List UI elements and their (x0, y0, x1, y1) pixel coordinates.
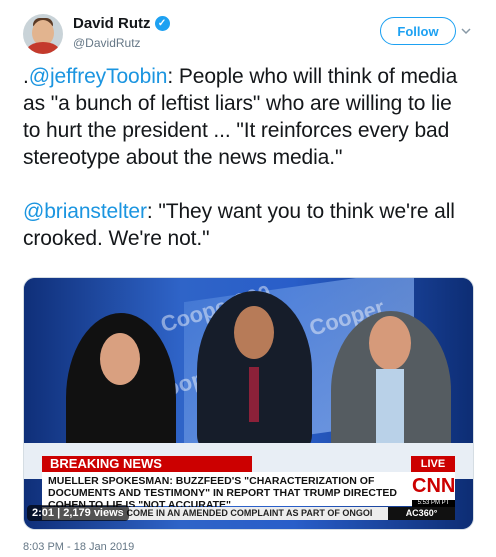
user-handle[interactable]: @DavidRutz (73, 36, 141, 50)
tweet-header: David Rutz ✓ @DavidRutz Follow (23, 13, 473, 57)
verified-icon: ✓ (154, 16, 170, 31)
tweet-text: .@jeffreyToobin: People who will think o… (23, 63, 473, 252)
tweet-timestamp[interactable]: 8:03 PM - 18 Jan 2019 (23, 541, 134, 553)
anchor-middle (197, 291, 312, 451)
breaking-news-label: BREAKING NEWS (42, 456, 252, 472)
tweet-paragraph-1: .@jeffreyToobin: People who will think o… (23, 65, 458, 169)
tweet-paragraph-2: @brianstelter: "They want you to think w… (23, 198, 473, 252)
follow-button[interactable]: Follow (380, 17, 456, 45)
chyron-headline: MUELLER SPOKESMAN: BUZZFEED'S "CHARACTER… (42, 472, 412, 511)
video-duration: 2:01 (32, 507, 55, 519)
ac360-tag: AC360° (388, 507, 455, 520)
avatar[interactable] (23, 14, 63, 54)
cnn-time: 5:53 PM PT (412, 500, 455, 507)
name-row: David Rutz ✓ (73, 15, 170, 32)
live-label: LIVE (411, 456, 455, 472)
anchor-middle-tie (249, 367, 259, 422)
avatar-shirt (26, 42, 60, 54)
mention-jeffrey-toobin[interactable]: @jeffreyToobin (29, 65, 168, 88)
anchor-left-face (100, 333, 140, 385)
anchor-right-face (369, 316, 411, 370)
video-views: 2,179 views (63, 507, 124, 519)
display-name[interactable]: David Rutz (73, 15, 151, 32)
mention-brian-stelter[interactable]: @brianstelter (23, 200, 147, 223)
cnn-logo: CNN (412, 472, 455, 500)
anchor-middle-face (234, 306, 274, 359)
video-duration-views[interactable]: 2:01 | 2,179 views (27, 505, 129, 521)
anchor-right-shirt (376, 369, 404, 449)
video-media[interactable]: Cooper360 Anderson Cooper Cooper BREAKIN… (23, 277, 474, 530)
chevron-down-icon[interactable] (460, 25, 472, 37)
